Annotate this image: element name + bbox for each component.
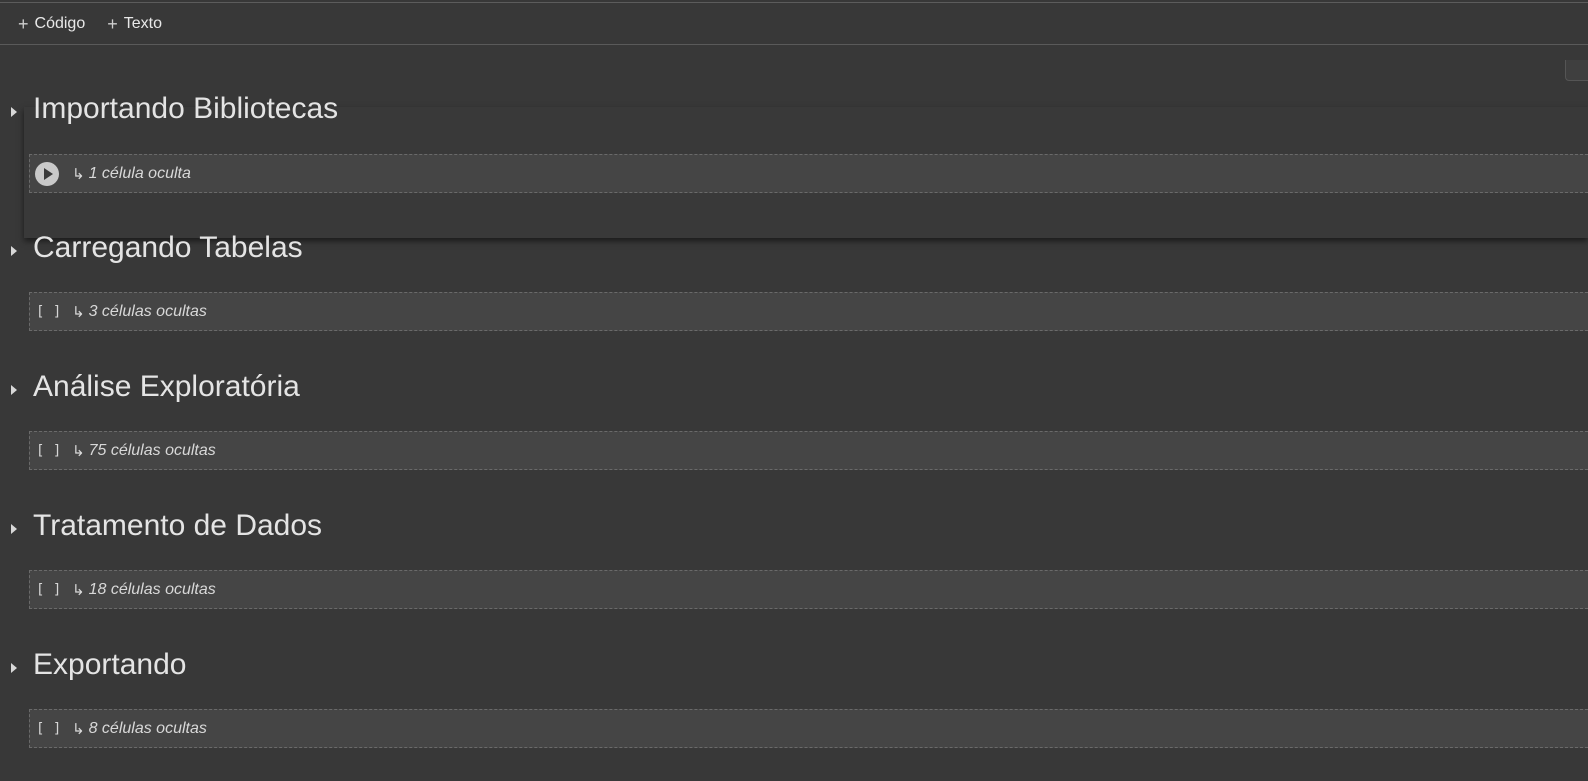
caret-right-icon[interactable]	[11, 385, 17, 395]
section-heading: Exportando	[33, 648, 187, 681]
add-text-button[interactable]: + Texto	[107, 15, 162, 33]
hidden-cells-label: 1 célula oculta	[88, 164, 191, 182]
hidden-cells-label: 3 células ocultas	[88, 302, 207, 320]
hidden-cells-bar[interactable]: [ ] ↳ 8 células ocultas	[29, 709, 1588, 748]
plus-icon: +	[18, 13, 29, 34]
hidden-cells-icon: ↳	[72, 581, 85, 599]
add-text-label: Texto	[123, 14, 162, 32]
caret-right-icon[interactable]	[11, 663, 17, 673]
cell-execution-marker: [ ]	[36, 303, 62, 320]
add-code-button[interactable]: + Código	[18, 15, 85, 33]
hidden-cells-bar[interactable]: [ ] ↳ 3 células ocultas	[29, 292, 1588, 331]
hidden-cells-icon: ↳	[72, 165, 85, 183]
cell-execution-marker: [ ]	[36, 581, 62, 598]
hidden-cells-bar[interactable]: [ ] ↳ 75 células ocultas	[29, 431, 1588, 470]
hidden-cells-bar[interactable]: [ ] ↳ 18 células ocultas	[29, 570, 1588, 609]
toolbar-divider	[0, 44, 1588, 45]
notebook-toolbar: + Código + Texto	[0, 3, 1588, 44]
cell-execution-marker: [ ]	[36, 442, 62, 459]
section-heading: Análise Exploratória	[33, 370, 300, 403]
hidden-cells-icon: ↳	[72, 720, 85, 738]
hidden-cells-icon: ↳	[72, 303, 85, 321]
hidden-cells-bar[interactable]: ↳ 1 célula oculta	[29, 154, 1588, 193]
add-code-label: Código	[34, 14, 86, 32]
plus-icon: +	[107, 13, 118, 34]
hidden-cells-label: 75 células ocultas	[88, 441, 216, 459]
hidden-cells-label: 8 células ocultas	[88, 719, 207, 737]
caret-right-icon[interactable]	[11, 524, 17, 534]
section-heading: Tratamento de Dados	[33, 509, 323, 542]
caret-right-icon[interactable]	[11, 246, 17, 256]
caret-right-icon[interactable]	[11, 107, 17, 117]
cell-execution-marker: [ ]	[36, 720, 62, 737]
hidden-cells-label: 18 células ocultas	[88, 580, 216, 598]
section-heading: Carregando Tabelas	[33, 231, 303, 264]
hidden-cells-icon: ↳	[72, 442, 85, 460]
run-cell-icon[interactable]	[35, 161, 59, 186]
section-heading: Importando Bibliotecas	[33, 92, 339, 125]
cell-toolbar-tab[interactable]	[1565, 60, 1588, 81]
